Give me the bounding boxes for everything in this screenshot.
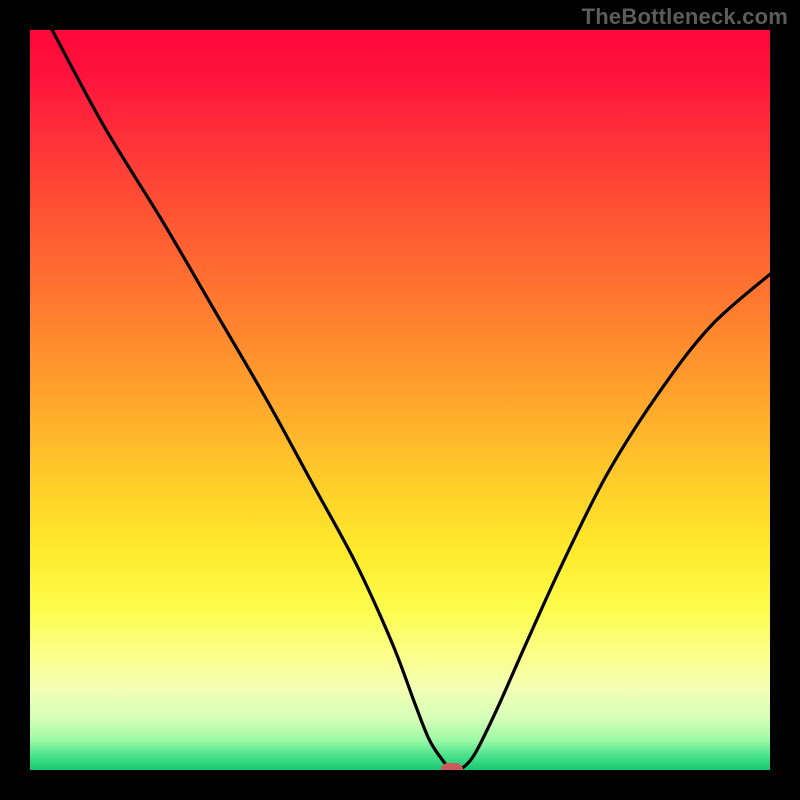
bottleneck-curve — [52, 30, 770, 770]
watermark-text: TheBottleneck.com — [582, 4, 788, 30]
plot-area — [30, 30, 770, 770]
minimum-marker — [441, 763, 463, 770]
curve-svg — [30, 30, 770, 770]
chart-frame: TheBottleneck.com — [0, 0, 800, 800]
